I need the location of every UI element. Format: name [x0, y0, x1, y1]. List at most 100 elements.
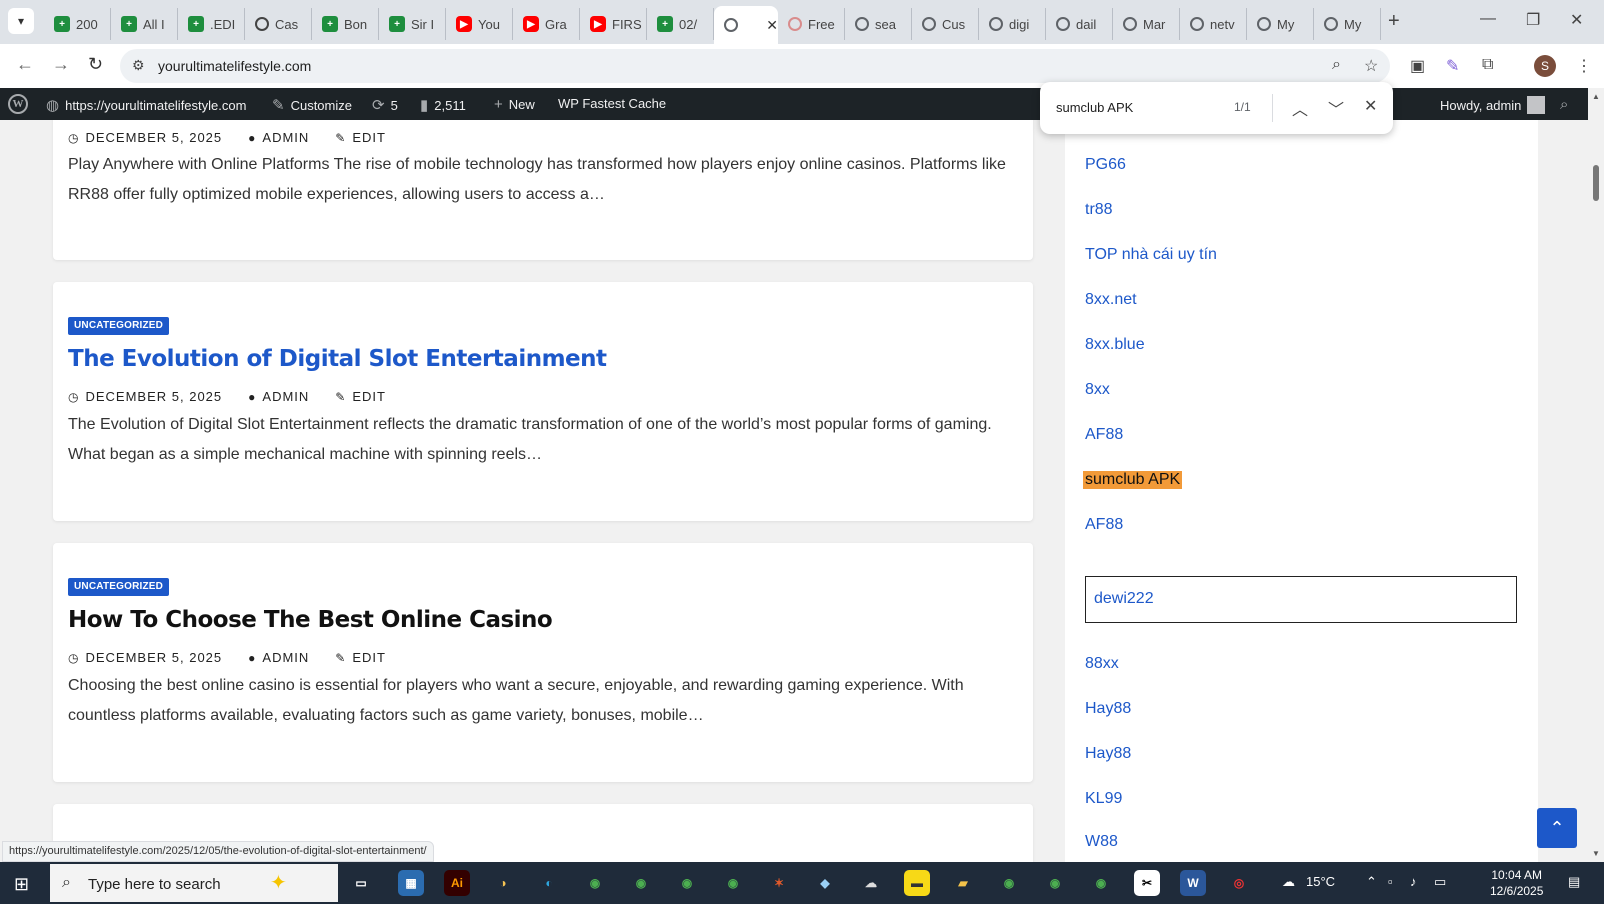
cloud-app-icon[interactable]: ☁	[858, 870, 884, 896]
chrome-icon[interactable]: ◉	[628, 870, 654, 896]
chrome-icon[interactable]: ◉	[1042, 870, 1068, 896]
browser-tab[interactable]: My	[1247, 8, 1314, 40]
browser-tab[interactable]: ▶ FIRS	[580, 8, 647, 40]
extensions-puzzle-icon[interactable]: ⧉	[1482, 56, 1493, 74]
tab-close-icon[interactable]: ✕	[766, 17, 778, 34]
sidebar-boxed-link[interactable]: dewi222	[1085, 576, 1517, 623]
capcut-icon[interactable]: ✂	[1134, 870, 1160, 896]
sidebar-link[interactable]: W88	[1085, 833, 1118, 851]
admin-bar-comments[interactable]: ▮ 2,511	[420, 96, 466, 114]
browser-tab[interactable]: digi	[979, 8, 1046, 40]
network-icon[interactable]: ▫	[1388, 874, 1393, 889]
sidebar-link[interactable]: AF88	[1085, 426, 1123, 444]
scroll-up-icon[interactable]: ▲	[1592, 92, 1600, 101]
admin-bar-new[interactable]: + New	[494, 96, 535, 113]
file-explorer-icon[interactable]: ▰	[950, 870, 976, 896]
category-badge[interactable]: UNCATEGORIZED	[68, 578, 170, 596]
browser-tab[interactable]: + Sir I	[379, 8, 446, 40]
browser-tab[interactable]: Cus	[912, 8, 979, 40]
find-in-page-icon[interactable]: ⌕	[1332, 56, 1341, 74]
chrome-icon[interactable]: ◉	[674, 870, 700, 896]
display-icon[interactable]: ▭	[1434, 874, 1446, 890]
find-close-icon[interactable]: ✕	[1364, 96, 1377, 116]
admin-bar-updates[interactable]: ⟳ 5	[372, 96, 398, 114]
page-scrollbar[interactable]: ▲ ▼	[1588, 88, 1604, 862]
url-text[interactable]: yourultimatelifestyle.com	[158, 58, 311, 74]
sidebar-link[interactable]: 8xx	[1085, 381, 1110, 399]
extension-pen-icon[interactable]: ✎	[1446, 56, 1459, 76]
tab-search-button[interactable]: ▾	[8, 8, 34, 34]
restore-icon[interactable]: ❐	[1526, 10, 1540, 30]
post-title[interactable]: How To Choose The Best Online Casino	[68, 607, 553, 633]
post-author[interactable]: ADMIN	[262, 389, 309, 404]
sidebar-link-highlighted[interactable]: sumclub APK	[1083, 471, 1183, 489]
wordpress-logo-icon[interactable]: W	[8, 94, 28, 114]
browser-tab[interactable]: netv	[1180, 8, 1247, 40]
admin-bar-customize[interactable]: ✎ Customize	[272, 96, 352, 114]
browser-tab[interactable]: dail	[1046, 8, 1113, 40]
post-date[interactable]: DECEMBER 5, 2025	[85, 650, 222, 665]
post-edit-link[interactable]: EDIT	[352, 650, 386, 665]
chrome-icon[interactable]: ◉	[1088, 870, 1114, 896]
browser-tab[interactable]: + All I	[111, 8, 178, 40]
sidebar-link[interactable]: AF88	[1085, 516, 1123, 534]
browser-tab[interactable]: +02/	[647, 8, 714, 40]
sidebar-link[interactable]: tr88	[1085, 201, 1113, 219]
temperature[interactable]: 15°C	[1306, 874, 1335, 889]
browser-tab[interactable]: Free	[778, 8, 845, 40]
post-edit-link[interactable]: EDIT	[352, 389, 386, 404]
browser-tab[interactable]: ▶ You	[446, 8, 513, 40]
task-view-icon[interactable]: ▭	[348, 870, 374, 896]
admin-bar-search-icon[interactable]: ⌕	[1560, 96, 1568, 113]
weather-icon[interactable]: ☁	[1282, 874, 1295, 890]
post-date[interactable]: DECEMBER 5, 2025	[85, 389, 222, 404]
find-previous-icon[interactable]: ︿	[1292, 96, 1308, 120]
browser-tab[interactable]: sea	[845, 8, 912, 40]
chrome-icon[interactable]: ◉	[720, 870, 746, 896]
post-title[interactable]: The Evolution of Digital Slot Entertainm…	[68, 346, 607, 372]
sidebar-link[interactable]: 88xx	[1085, 655, 1119, 673]
find-next-icon[interactable]: ﹀	[1328, 96, 1344, 120]
browser-tab[interactable]: + .EDI	[178, 8, 245, 40]
sidebar-link[interactable]: Hay88	[1085, 700, 1131, 718]
reload-button[interactable]: ↻	[88, 54, 103, 75]
browser-tab[interactable]: Cas	[245, 8, 312, 40]
address-bar[interactable]: ⚙ yourultimatelifestyle.com ⌕ ☆	[120, 49, 1390, 83]
notes-icon[interactable]: ◆	[812, 870, 838, 896]
minimize-icon[interactable]: —	[1480, 10, 1496, 28]
windows-start-icon[interactable]: ⊞	[14, 874, 29, 895]
admin-bar-account[interactable]: Howdy, admin	[1440, 96, 1546, 114]
browser-tab[interactable]: ▶ Gra	[513, 8, 580, 40]
sidebar-link[interactable]: 8xx.net	[1085, 291, 1137, 309]
scroll-thumb[interactable]	[1593, 165, 1599, 201]
browser-tab[interactable]: Mar	[1113, 8, 1180, 40]
taskbar-search[interactable]: ⌕ Type here to search ✦	[50, 864, 338, 902]
browser-tab[interactable]: + Bon	[312, 8, 379, 40]
admin-bar-cache[interactable]: WP Fastest Cache	[558, 96, 666, 111]
app-icon[interactable]: ✶	[766, 870, 792, 896]
app-badge-icon[interactable]: ◎	[1226, 870, 1252, 896]
category-badge[interactable]: UNCATEGORIZED	[68, 317, 170, 335]
bookmark-star-icon[interactable]: ☆	[1364, 56, 1378, 76]
extension-icon-1[interactable]: ▣	[1410, 56, 1425, 76]
window-close-icon[interactable]: ✕	[1570, 10, 1583, 30]
scroll-to-top-button[interactable]: ⌃	[1537, 808, 1577, 848]
profile-avatar[interactable]: S	[1534, 55, 1556, 77]
sidebar-link[interactable]: 8xx.blue	[1085, 336, 1145, 354]
find-input[interactable]: sumclub APK	[1056, 100, 1133, 115]
word-icon[interactable]: W	[1180, 870, 1206, 896]
admin-bar-site[interactable]: ◍ https://yourultimatelifestyle.com	[46, 96, 246, 114]
notifications-icon[interactable]: ▤	[1568, 874, 1580, 890]
tab-active[interactable]: ✕	[714, 6, 778, 44]
illustrator-icon[interactable]: Ai	[444, 870, 470, 896]
post-author[interactable]: ADMIN	[262, 650, 309, 665]
taskbar-clock[interactable]: 10:04 AM 12/6/2025	[1490, 867, 1543, 899]
edge-icon[interactable]: ◐	[536, 870, 562, 896]
sidebar-link[interactable]: TOP nhà cái uy tín	[1085, 246, 1217, 264]
back-button[interactable]: ←	[16, 54, 34, 75]
paint-icon[interactable]: ◑	[490, 870, 516, 896]
sticky-notes-icon[interactable]: ▬	[904, 870, 930, 896]
post-author[interactable]: ADMIN	[262, 130, 309, 145]
calculator-icon[interactable]: ▦	[398, 870, 424, 896]
browser-tab[interactable]: My	[1314, 8, 1381, 40]
